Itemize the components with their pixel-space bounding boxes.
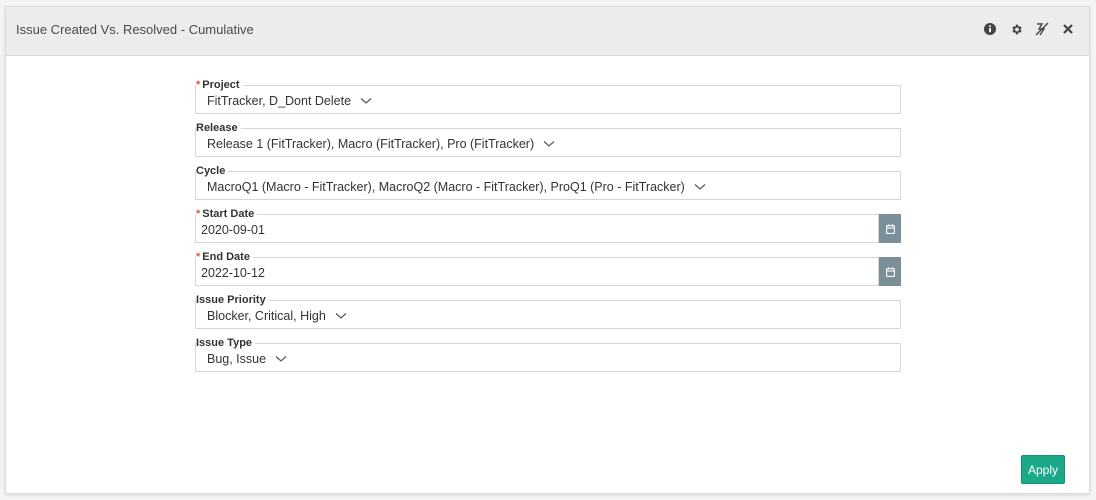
required-marker: * [196,79,201,91]
issue-type-select-content: Bug, Issue [207,352,287,366]
required-marker: * [196,208,201,220]
cycle-select-value: MacroQ1 (Macro - FitTracker), MacroQ2 (M… [207,180,685,194]
release-select-content: Release 1 (FitTracker), Macro (FitTracke… [207,137,555,151]
widget-title: Issue Created Vs. Resolved - Cumulative [16,22,254,37]
issue-priority-select[interactable]: Blocker, Critical, High [195,300,901,329]
collapse-icon[interactable] [1033,20,1051,38]
issue-type-label: Issue Type [196,337,256,350]
release-select-value: Release 1 (FitTracker), Macro (FitTracke… [207,137,535,151]
chevron-down-icon [360,98,372,104]
filter-form: * Project FitTracker, D_Dont Delete Relea… [195,79,902,380]
header-icon-group [981,20,1077,38]
end-date-value: 2022-10-12 [201,266,265,280]
issue-type-field: Issue Type Bug, Issue [195,337,902,380]
start-date-label: * Start Date [196,208,258,221]
issue-priority-select-value: Blocker, Critical, High [207,309,326,323]
chevron-down-icon [335,313,347,319]
release-label: Release [196,122,241,135]
info-icon[interactable] [981,20,999,38]
required-marker: * [196,251,201,263]
end-date-label: * End Date [196,251,253,264]
project-select-content: FitTracker, D_Dont Delete [207,94,372,108]
start-date-field: * Start Date 2020-09-01 [195,208,902,251]
release-select[interactable]: Release 1 (FitTracker), Macro (FitTracke… [195,128,901,157]
start-date-value: 2020-09-01 [201,223,265,237]
widget-panel: Issue Created Vs. Resolved - Cumulative [5,6,1090,494]
chevron-down-icon [275,356,287,362]
widget-header: Issue Created Vs. Resolved - Cumulative [6,7,1089,56]
project-label-text: Project [202,79,240,91]
issue-type-select[interactable]: Bug, Issue [195,343,901,372]
chevron-down-icon [694,184,706,190]
cycle-select[interactable]: MacroQ1 (Macro - FitTracker), MacroQ2 (M… [195,171,901,200]
issue-type-select-value: Bug, Issue [207,352,267,366]
issue-priority-field: Issue Priority Blocker, Critical, High [195,294,902,337]
release-field: Release Release 1 (FitTracker), Macro (F… [195,122,902,165]
chevron-down-icon [543,141,555,147]
apply-button[interactable]: Apply [1021,455,1065,484]
start-date-calendar-button[interactable] [879,214,901,243]
close-icon[interactable] [1059,20,1077,38]
issue-priority-label: Issue Priority [196,294,269,307]
project-select[interactable]: FitTracker, D_Dont Delete [195,85,901,114]
calendar-icon [885,266,895,277]
project-field: * Project FitTracker, D_Dont Delete [195,79,902,122]
project-label: * Project [196,79,243,92]
end-date-calendar-button[interactable] [879,257,901,286]
end-date-input[interactable]: 2022-10-12 [195,257,879,286]
calendar-icon [885,223,895,234]
issue-priority-select-content: Blocker, Critical, High [207,309,347,323]
gear-icon[interactable] [1007,20,1025,38]
end-date-field: * End Date 2022-10-12 [195,251,902,294]
end-date-label-text: End Date [202,251,250,263]
cycle-label: Cycle [196,165,229,178]
project-select-value: FitTracker, D_Dont Delete [207,94,352,108]
cycle-select-content: MacroQ1 (Macro - FitTracker), MacroQ2 (M… [207,180,706,194]
start-date-label-text: Start Date [202,208,255,220]
start-date-input[interactable]: 2020-09-01 [195,214,879,243]
cycle-field: Cycle MacroQ1 (Macro - FitTracker), Macr… [195,165,902,208]
